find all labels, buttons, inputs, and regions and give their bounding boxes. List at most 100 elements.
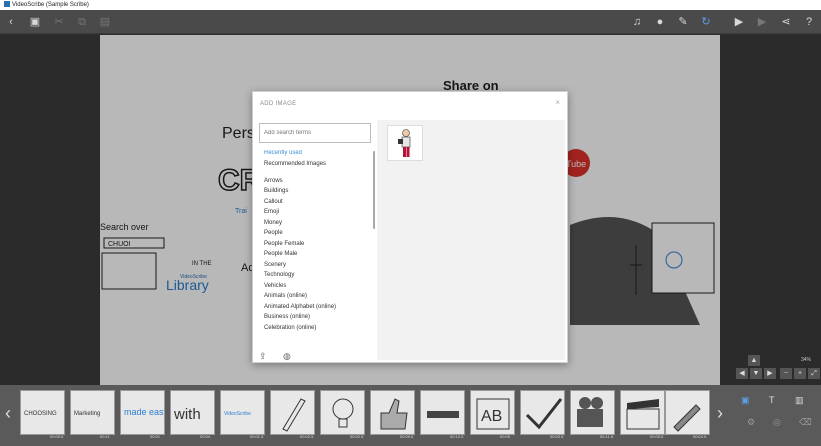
timeline-tile[interactable]: CHOOSING (20, 390, 65, 435)
category-item[interactable]: People Female (264, 241, 304, 247)
dialog-title: ADD IMAGE (260, 101, 297, 107)
tile-duration: 00:02.5 (300, 434, 314, 439)
timeline-tile[interactable] (520, 390, 565, 435)
voiceover-icon[interactable]: ● (653, 15, 667, 29)
svg-text:VideoScribe: VideoScribe (224, 411, 251, 417)
timeline-tile[interactable] (320, 390, 365, 435)
tile-duration: 00:05.5 (650, 434, 664, 439)
timeline-tile[interactable]: Marketing (70, 390, 115, 435)
category-item[interactable]: Celebration (online) (264, 325, 316, 331)
share-icon[interactable]: ⋖ (779, 15, 793, 29)
save-icon[interactable]: ▣ (28, 15, 42, 29)
web-image-icon[interactable]: ◍ (283, 351, 291, 362)
tile-duration: 00:04 (200, 434, 211, 439)
category-recommended[interactable]: Recommended Images (264, 161, 326, 167)
tile-duration: 00:03.5 (550, 434, 564, 439)
zoom-out-icon[interactable]: − (780, 368, 792, 379)
thumbs-up-icon (380, 398, 408, 430)
category-item[interactable]: People Male (264, 251, 297, 257)
properties-icon[interactable]: ⚙ (747, 417, 755, 428)
refresh-icon[interactable]: ↻ (699, 15, 713, 29)
paste-icon[interactable]: ▤ (98, 15, 112, 29)
abc-blocks-icon: AB (476, 398, 510, 430)
zoom-in-icon[interactable]: + (794, 368, 806, 379)
category-item[interactable]: Vehicles (264, 283, 286, 289)
dialog-footer: ⇪ ◍ (259, 346, 303, 364)
category-recently-used[interactable]: Recently used (264, 150, 302, 156)
list-scrollbar[interactable] (373, 151, 375, 229)
timeline: ‹ › CHOOSING 00:09.5 Marketing 00:11 mad… (0, 385, 821, 446)
category-item[interactable]: Animated Alphabet (online) (264, 304, 336, 310)
image-thumbnail[interactable] (387, 125, 423, 161)
play-from-icon[interactable]: ▶ (732, 15, 746, 29)
play-icon[interactable]: ▶ (755, 15, 769, 29)
zoom-controls: 34% ▲ ◀ ▼ ▶ − + ⤢ (736, 355, 821, 385)
timeline-tile[interactable] (370, 390, 415, 435)
camera-icon[interactable]: ◎ (773, 417, 781, 428)
image-results-panel (377, 120, 565, 360)
add-image-icon[interactable]: ▣ (741, 395, 750, 406)
pan-up-icon[interactable]: ▲ (748, 355, 760, 366)
add-chart-icon[interactable]: ▥ (795, 395, 804, 406)
window-titlebar: VideoScribe (Sample Scribe) (0, 0, 821, 10)
window-title: VideoScribe (Sample Scribe) (12, 2, 89, 8)
category-item[interactable]: Arrows (264, 178, 283, 184)
help-icon[interactable]: ? (802, 15, 816, 29)
pan-down-icon[interactable]: ▼ (750, 368, 762, 379)
svg-text:CHOOSING: CHOOSING (24, 411, 57, 417)
person-figure-icon (398, 129, 411, 157)
tile-duration: 00:04.5 (693, 434, 707, 439)
timeline-tile[interactable]: VideoScribe (220, 390, 265, 435)
timeline-left-icon[interactable]: ‹ (5, 403, 11, 424)
import-image-icon[interactable]: ⇪ (259, 351, 267, 362)
category-item[interactable]: Callout (264, 199, 283, 205)
close-icon[interactable]: × (555, 98, 560, 107)
copy-icon[interactable]: ⧉ (75, 15, 89, 29)
paintbrush-icon (673, 404, 701, 432)
checkmark-icon (525, 398, 563, 430)
svg-text:with: with (173, 406, 201, 423)
delete-icon[interactable]: ⌫ (799, 417, 812, 428)
pencil-icon (282, 398, 306, 432)
pen-icon[interactable]: ✎ (676, 15, 690, 29)
svg-text:made easy: made easy (124, 407, 165, 417)
video-camera-icon (577, 397, 603, 427)
timeline-tile[interactable] (420, 390, 465, 435)
tile-image: made easy (124, 407, 165, 417)
pan-left-icon[interactable]: ◀ (736, 368, 748, 379)
main-toolbar: ‹ ▣ ✂ ⧉ ▤ ♫ ● ✎ ↻ ▶ ▶ ⋖ ? (0, 10, 821, 34)
pan-right-icon[interactable]: ▶ (764, 368, 776, 379)
fit-screen-icon[interactable]: ⤢ (808, 368, 820, 379)
back-icon[interactable]: ‹ (4, 15, 18, 29)
svg-text:AB: AB (481, 408, 502, 425)
tile-duration: 00:11 (100, 434, 110, 439)
timeline-tile[interactable]: AB (470, 390, 515, 435)
add-text-icon[interactable]: T (769, 395, 775, 405)
cut-icon[interactable]: ✂ (52, 15, 66, 29)
timeline-tile[interactable] (620, 390, 665, 435)
svg-text:Marketing: Marketing (74, 411, 100, 417)
image-search-input[interactable] (259, 123, 371, 143)
timeline-tile[interactable]: with (170, 390, 215, 435)
category-item[interactable]: Scenery (264, 262, 286, 268)
app-icon (4, 1, 10, 7)
timeline-tile[interactable]: made easy (120, 390, 165, 435)
category-item[interactable]: Emoji (264, 209, 279, 215)
timeline-right-icon[interactable]: › (717, 403, 723, 424)
lightbulb-icon (332, 398, 354, 428)
category-item[interactable]: Technology (264, 272, 294, 278)
timeline-tile[interactable] (270, 390, 315, 435)
timeline-tile[interactable] (665, 390, 710, 435)
category-item[interactable]: Money (264, 220, 282, 226)
category-item[interactable]: People (264, 230, 283, 236)
tile-duration: 00:09.5 (50, 434, 64, 439)
tile-duration: 00:11.5 (600, 434, 614, 439)
tile-image: Marketing (74, 411, 100, 417)
timeline-tile[interactable] (570, 390, 615, 435)
category-item[interactable]: Business (online) (264, 314, 310, 320)
category-item[interactable]: Buildings (264, 188, 288, 194)
tile-duration: 00:01 (150, 434, 161, 439)
clapperboard-icon (626, 399, 660, 430)
music-icon[interactable]: ♫ (630, 15, 644, 29)
category-item[interactable]: Animals (online) (264, 293, 307, 299)
